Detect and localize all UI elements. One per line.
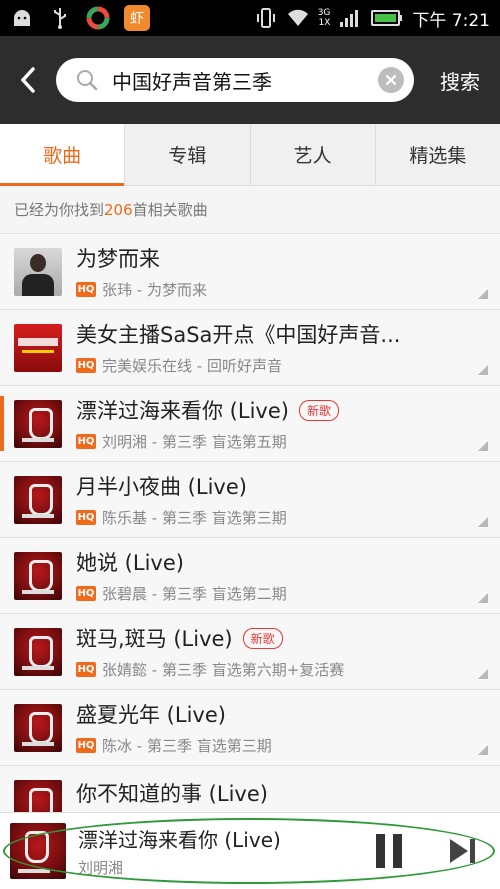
song-title: 斑马,斑马 (Live) <box>76 627 233 651</box>
tab-collections[interactable]: 精选集 <box>375 124 500 185</box>
hq-badge-icon: HQ <box>76 738 96 753</box>
next-icon[interactable] <box>446 833 482 869</box>
search-box[interactable] <box>56 58 414 102</box>
now-playing-cover <box>10 823 66 879</box>
song-row[interactable]: 斑马,斑马 (Live) 新歌 HQ 张婧懿 - 第三季 盲选第六期+复活赛 <box>0 614 500 690</box>
song-subtitle: 陈乐基 - 第三季 盲选第三期 <box>102 509 287 527</box>
song-row[interactable]: 她说 (Live) HQ 张碧晨 - 第三季 盲选第二期 <box>0 538 500 614</box>
more-options-icon[interactable] <box>478 289 488 299</box>
search-input[interactable] <box>112 68 378 92</box>
signal-icon <box>338 7 362 29</box>
song-row[interactable]: 盛夏光年 (Live) HQ 陈冰 - 第三季 盲选第三期 <box>0 690 500 766</box>
hq-badge-icon: HQ <box>76 662 96 677</box>
song-row-now-playing[interactable]: 漂洋过海来看你 (Live) 新歌 HQ 刘明湘 - 第三季 盲选第五期 <box>0 386 500 462</box>
now-playing-bar[interactable]: 漂洋过海来看你 (Live) 刘明湘 <box>0 812 500 889</box>
hq-badge-icon: HQ <box>76 510 96 525</box>
song-list: 为梦而来 HQ 张玮 - 为梦而来 美女主播SaSa开点《中国好声音... HQ 完… <box>0 234 500 812</box>
song-subtitle: 张玮 - 为梦而来 <box>102 281 207 299</box>
clock: 下午 7:21 <box>412 10 490 31</box>
tab-albums[interactable]: 专辑 <box>125 124 251 185</box>
song-title: 为梦而来 <box>76 247 160 271</box>
tab-artists[interactable]: 艺人 <box>250 124 376 185</box>
chevron-left-icon <box>20 67 35 93</box>
result-count-number: 206 <box>104 200 133 219</box>
back-button[interactable] <box>0 36 56 124</box>
pause-icon[interactable] <box>376 834 410 868</box>
wifi-icon <box>286 7 310 29</box>
app-ring-icon <box>86 6 110 30</box>
network-type: 3G 1X <box>317 8 331 28</box>
song-row[interactable]: 月半小夜曲 (Live) HQ 陈乐基 - 第三季 盲选第三期 <box>0 462 500 538</box>
song-subtitle: 张碧晨 - 第三季 盲选第二期 <box>102 585 287 603</box>
song-subtitle: 陈冰 - 第三季 盲选第三期 <box>102 737 272 755</box>
more-options-icon[interactable] <box>478 669 488 679</box>
song-title: 她说 (Live) <box>76 551 184 575</box>
search-icon <box>77 70 98 91</box>
song-row[interactable]: 你不知道的事 (Live) HQ <box>0 766 500 812</box>
song-row[interactable]: 为梦而来 HQ 张玮 - 为梦而来 <box>0 234 500 310</box>
result-tabs: 歌曲 专辑 艺人 精选集 <box>0 124 500 186</box>
usb-icon <box>48 7 72 29</box>
xiami-app-icon: 虾 <box>124 5 150 31</box>
song-title: 盛夏光年 (Live) <box>76 703 226 727</box>
more-options-icon[interactable] <box>478 441 488 451</box>
battery-icon <box>370 7 404 29</box>
now-playing-title: 漂洋过海来看你 (Live) <box>78 828 281 852</box>
clear-icon[interactable] <box>378 67 404 93</box>
album-cover <box>14 627 62 676</box>
album-cover <box>14 475 62 524</box>
hq-badge-icon: HQ <box>76 434 96 449</box>
album-cover <box>14 779 62 812</box>
search-button[interactable]: 搜索 <box>440 66 480 95</box>
album-cover <box>14 551 62 600</box>
hq-badge-icon: HQ <box>76 282 96 297</box>
more-options-icon[interactable] <box>478 365 488 375</box>
song-title: 漂洋过海来看你 (Live) <box>76 399 289 423</box>
album-cover <box>14 247 62 296</box>
song-title: 月半小夜曲 (Live) <box>76 475 247 499</box>
album-cover <box>14 703 62 752</box>
vibrate-icon <box>254 7 278 29</box>
result-count: 已经为你找到 206 首相关歌曲 <box>0 186 500 234</box>
song-subtitle: 完美娱乐在线 - 回听好声音 <box>102 357 282 375</box>
album-cover <box>14 323 62 372</box>
hq-badge-icon: HQ <box>76 586 96 601</box>
album-cover <box>14 399 62 448</box>
more-options-icon[interactable] <box>478 517 488 527</box>
song-title: 美女主播SaSa开点《中国好声音... <box>76 323 401 347</box>
more-options-icon[interactable] <box>478 745 488 755</box>
search-header: 搜索 <box>0 36 500 124</box>
new-song-badge: 新歌 <box>298 399 339 421</box>
song-subtitle: 张婧懿 - 第三季 盲选第六期+复活赛 <box>102 661 345 679</box>
now-playing-artist: 刘明湘 <box>78 859 124 877</box>
status-bar: 虾 3G 1X 下午 7:21 <box>0 0 500 36</box>
song-title: 你不知道的事 (Live) <box>76 782 268 806</box>
hq-badge-icon: HQ <box>76 358 96 373</box>
more-options-icon[interactable] <box>478 593 488 603</box>
song-row[interactable]: 美女主播SaSa开点《中国好声音... HQ 完美娱乐在线 - 回听好声音 <box>0 310 500 386</box>
new-song-badge: 新歌 <box>242 627 283 649</box>
tab-songs[interactable]: 歌曲 <box>0 124 126 186</box>
song-subtitle: 刘明湘 - 第三季 盲选第五期 <box>102 433 287 451</box>
android-icon <box>10 7 34 29</box>
